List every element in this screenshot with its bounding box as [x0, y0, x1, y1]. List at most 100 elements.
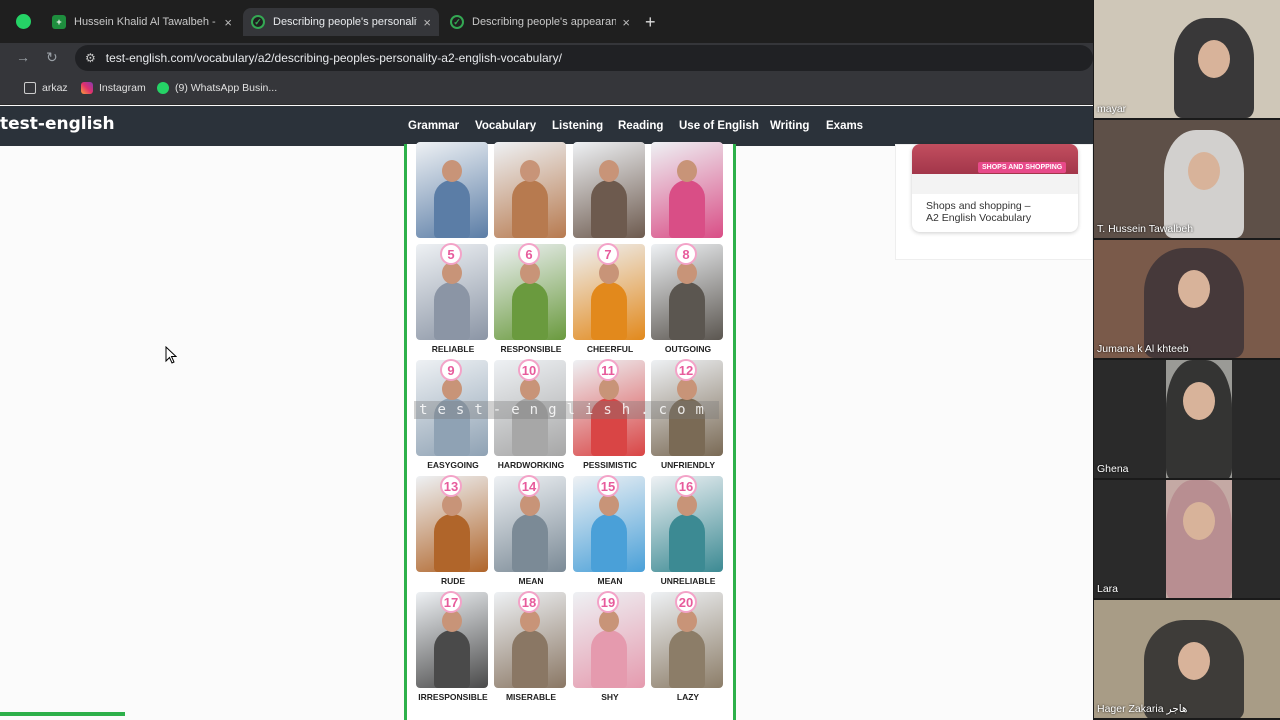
vocab-card: FRIENDLY — [416, 142, 490, 252]
vocab-card: 8 OUTGOING — [651, 243, 725, 354]
vocab-label: CHEERFUL — [586, 344, 634, 354]
vocab-number-badge: 5 — [440, 243, 462, 265]
vocab-card: 7 CHEERFUL — [573, 243, 647, 354]
nav-vocabulary[interactable]: Vocabulary — [475, 120, 536, 132]
image-watermark: test-english.com — [414, 401, 719, 419]
new-tab-button[interactable]: + — [645, 12, 656, 33]
nav-grammar[interactable]: Grammar — [408, 120, 459, 132]
vocab-label: UNRELIABLE — [660, 576, 716, 586]
vocab-card: 13 RUDE — [416, 475, 490, 586]
person-figure — [591, 180, 627, 238]
participant-tile[interactable]: Jumana k Al khteeb — [1094, 240, 1280, 358]
nav-writing[interactable]: Writing — [770, 120, 809, 132]
person-head — [520, 494, 540, 516]
vocab-card: 16 UNRELIABLE — [651, 475, 725, 586]
related-lesson-thumbnail: SHOPS AND SHOPPING — [912, 144, 1078, 194]
participant-tile[interactable]: Hager Zakaria هاجر — [1094, 600, 1280, 718]
close-icon[interactable]: × — [423, 15, 431, 30]
folder-icon — [24, 82, 36, 94]
tab-bar: + Hussein Khalid Al Tawalbeh - G × ✓ Des… — [0, 0, 1093, 43]
vocab-number-badge: 19 — [597, 591, 619, 613]
participant-tile[interactable]: mayar — [1094, 0, 1280, 118]
reload-icon[interactable]: ↻ — [46, 49, 58, 66]
vocab-number-badge: 14 — [518, 475, 540, 497]
tab-spreadsheet[interactable]: + Hussein Khalid Al Tawalbeh - G × — [44, 8, 240, 36]
caption-line: Shops and shopping – — [926, 200, 1031, 212]
related-lesson-card[interactable]: SHOPS AND SHOPPING Shops and shopping – … — [912, 144, 1078, 232]
tab-title: Hussein Khalid Al Tawalbeh - G — [74, 16, 219, 28]
site-logo[interactable]: test-english — [0, 114, 115, 134]
person-head — [599, 378, 619, 400]
participant-name: Ghena — [1097, 463, 1129, 475]
participant-name: mayar — [1097, 103, 1127, 115]
person-figure — [669, 282, 705, 340]
participant-face — [1178, 642, 1210, 680]
mouse-cursor-icon — [165, 346, 177, 364]
person-figure — [512, 282, 548, 340]
participant-tile[interactable]: Lara — [1094, 480, 1280, 598]
vocab-label: RUDE — [440, 576, 466, 586]
participant-tile[interactable]: T. Hussein Tawalbeh — [1094, 120, 1280, 238]
tab-personality[interactable]: ✓ Describing people's personality × — [243, 8, 439, 36]
browser-window: + Hussein Khalid Al Tawalbeh - G × ✓ Des… — [0, 0, 1093, 720]
person-head — [520, 262, 540, 284]
bookmark-instagram[interactable]: Instagram — [81, 82, 146, 94]
person-head — [442, 494, 462, 516]
person-head — [599, 610, 619, 632]
person-figure — [669, 514, 705, 572]
bookmark-label: Instagram — [99, 82, 146, 94]
vocab-photo — [416, 142, 488, 238]
check-icon: ✓ — [450, 15, 464, 29]
participant-name: Jumana k Al khteeb — [1097, 343, 1189, 355]
close-icon[interactable]: × — [622, 15, 630, 30]
participant-face — [1178, 270, 1210, 308]
person-figure — [591, 514, 627, 572]
person-head — [520, 610, 540, 632]
vocab-label: SHY — [601, 692, 619, 702]
vocab-label: RELIABLE — [431, 344, 475, 354]
caption-line: A2 English Vocabulary — [926, 212, 1032, 224]
person-figure — [434, 282, 470, 340]
vocab-label: PESSIMISTIC — [583, 460, 637, 470]
vocab-label: MEAN — [518, 576, 544, 586]
url-text: test-english.com/vocabulary/a2/describin… — [105, 51, 562, 65]
person-figure — [591, 282, 627, 340]
tab-title: Describing people's personality — [273, 16, 418, 28]
nav-reading[interactable]: Reading — [618, 120, 663, 132]
vocab-card: 19 SHY — [573, 591, 647, 702]
person-head — [442, 160, 462, 182]
person-figure — [434, 180, 470, 238]
close-icon[interactable]: × — [224, 15, 232, 30]
person-head — [599, 160, 619, 182]
vocab-label: UNFRIENDLY — [661, 460, 715, 470]
vocab-card: 5 RELIABLE — [416, 243, 490, 354]
bookmark-whatsapp[interactable]: (9) WhatsApp Busin... — [157, 82, 277, 94]
vocab-label: IRRESPONSIBLE — [418, 692, 488, 702]
bookmark-label: (9) WhatsApp Busin... — [175, 82, 278, 94]
whatsapp-icon[interactable] — [16, 14, 31, 29]
person-head — [677, 160, 697, 182]
person-figure — [434, 630, 470, 688]
person-head — [677, 262, 697, 284]
tab-appearance[interactable]: ✓ Describing people's appearance × — [442, 8, 638, 36]
site-info-icon[interactable]: ⚙ — [85, 51, 96, 65]
vocab-card: GENEROUS — [573, 142, 647, 252]
nav-exams[interactable]: Exams — [826, 120, 863, 132]
forward-icon[interactable]: → — [16, 49, 30, 65]
participant-tile[interactable]: Ghena — [1094, 360, 1280, 478]
related-lesson-title[interactable]: Shops and shopping – A2 English Vocabula… — [912, 194, 1078, 230]
vocab-number-badge: 8 — [675, 243, 697, 265]
vocab-label: EASYGOING — [427, 460, 479, 470]
vocab-label: LAZY — [676, 692, 700, 702]
address-bar[interactable]: ⚙ test-english.com/vocabulary/a2/describ… — [75, 45, 1093, 71]
participant-face — [1188, 152, 1220, 190]
nav-use-of-english[interactable]: Use of English — [679, 120, 759, 132]
nav-listening[interactable]: Listening — [552, 120, 603, 132]
person-head — [677, 610, 697, 632]
whatsapp-icon — [157, 82, 169, 94]
sheets-icon: + — [52, 15, 66, 29]
vocab-photo — [494, 142, 566, 238]
person-head — [442, 262, 462, 284]
bookmark-arkaz[interactable]: arkaz — [24, 82, 68, 94]
person-head — [442, 378, 462, 400]
